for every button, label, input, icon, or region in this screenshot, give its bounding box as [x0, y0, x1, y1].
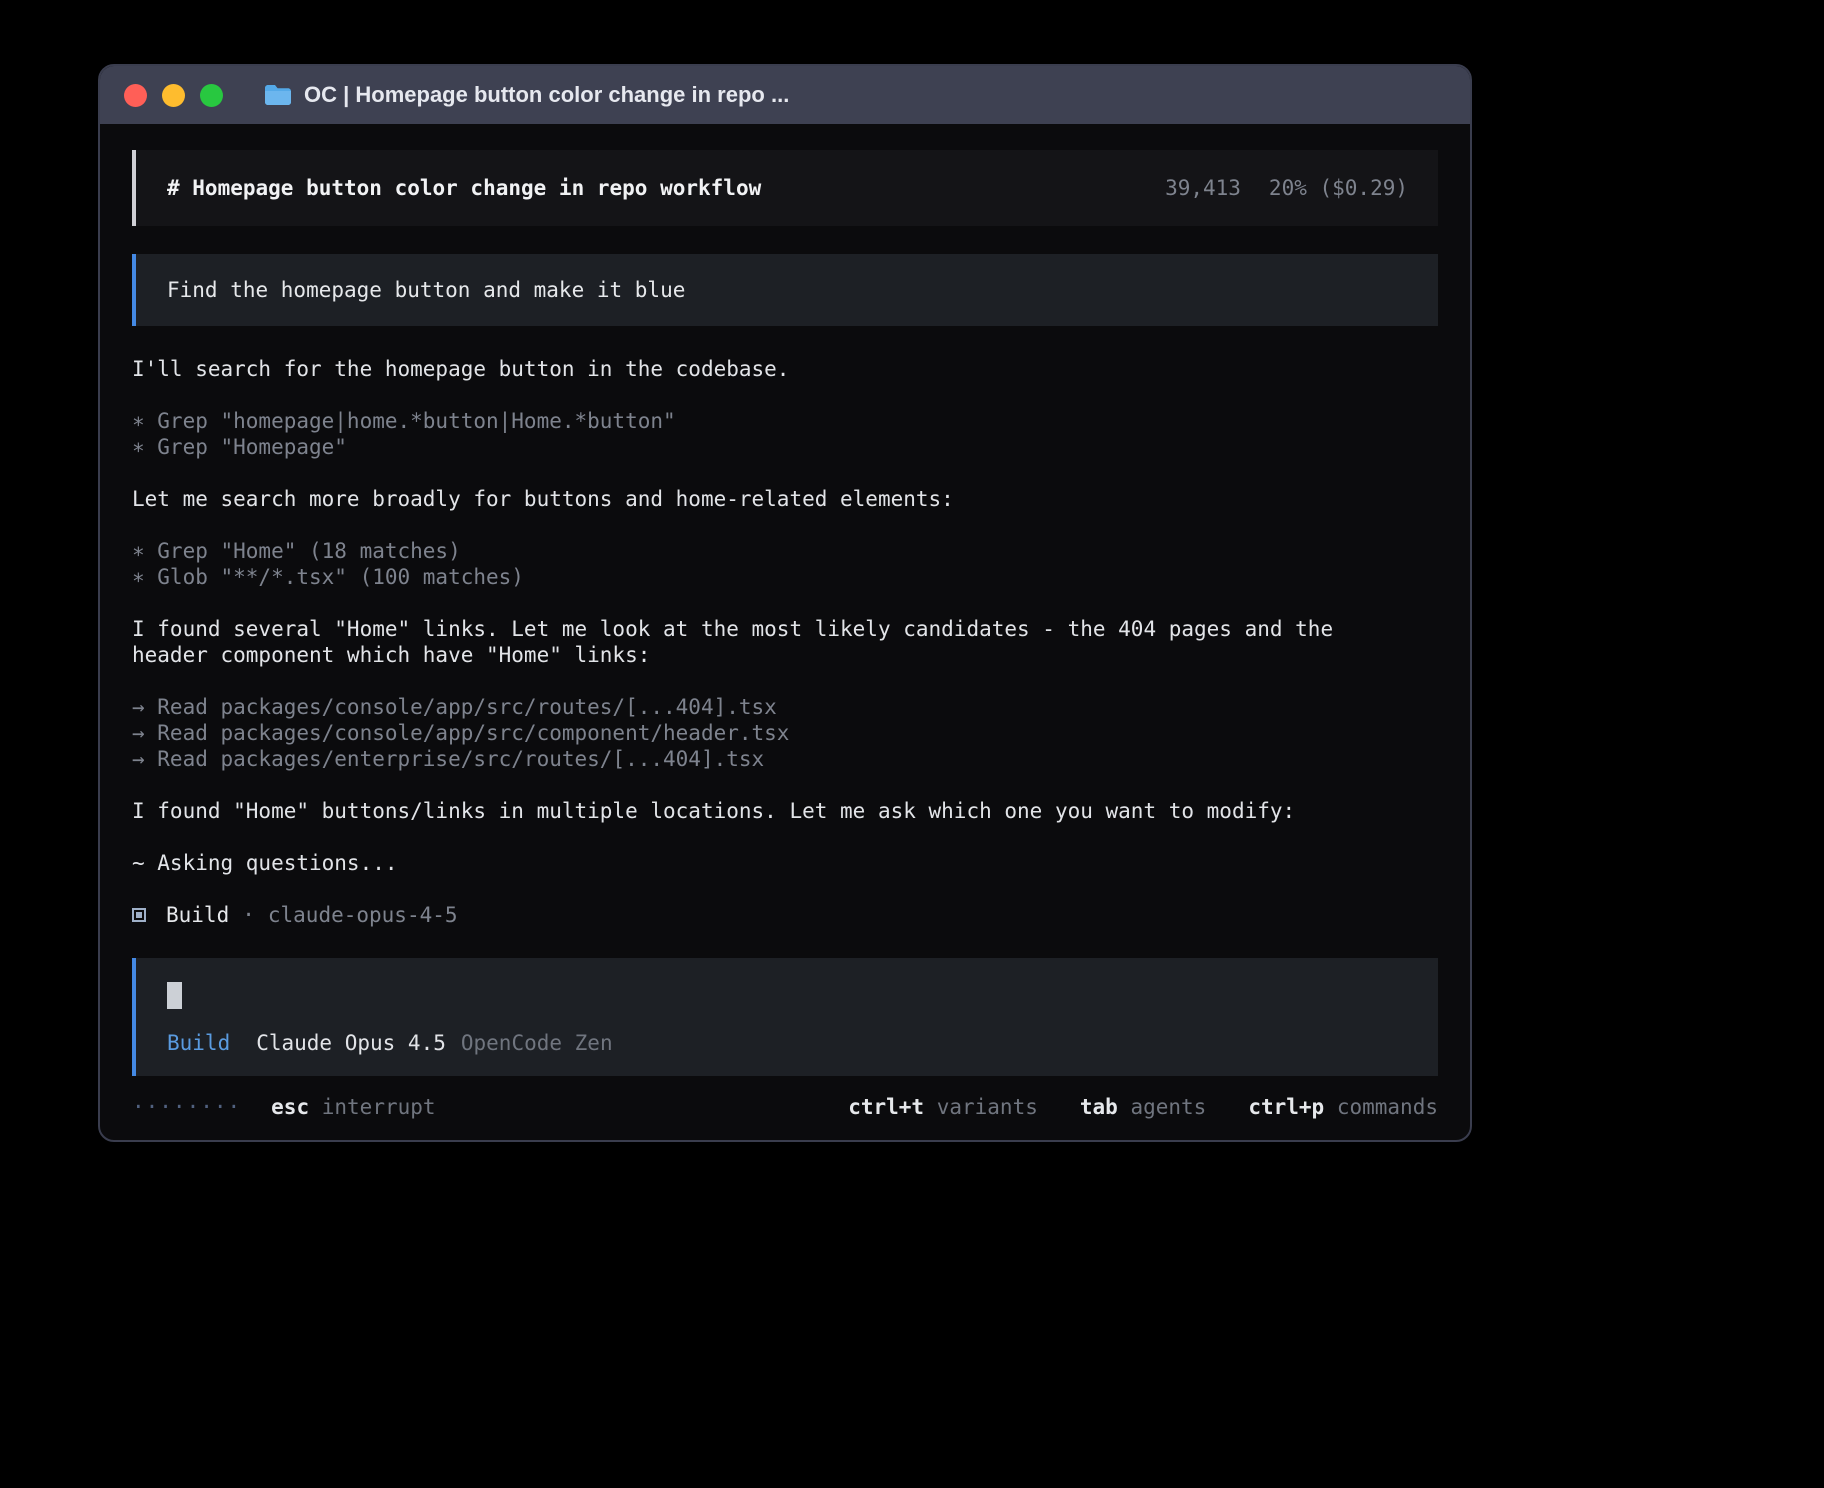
- status-bar: ········ esc interrupt ctrl+t variants t…: [132, 1094, 1438, 1120]
- model-label: Claude Opus 4.5: [256, 1030, 446, 1056]
- agent-name: Build: [166, 902, 229, 928]
- session-stats: 39,413 20% ($0.29): [1165, 175, 1408, 201]
- ctrl-t-key: ctrl+t: [848, 1095, 924, 1119]
- tool-call-read: → Read packages/enterprise/src/routes/[.…: [132, 746, 1438, 772]
- agent-mode-label[interactable]: Build: [167, 1030, 230, 1056]
- terminal-window: OC | Homepage button color change in rep…: [98, 64, 1472, 1142]
- agent-model-separator: ·: [242, 902, 255, 928]
- status-bar-left: ········ esc interrupt: [132, 1094, 436, 1120]
- agent-build-icon: [132, 908, 146, 922]
- status-bar-right: ctrl+t variants tab agents ctrl+p comman…: [848, 1094, 1438, 1120]
- agents-hint: tab agents: [1080, 1094, 1206, 1120]
- session-header: # Homepage button color change in repo w…: [132, 150, 1438, 226]
- token-count: 39,413: [1165, 175, 1241, 201]
- working-indicator-dots: ········: [132, 1094, 241, 1120]
- tool-call-group: → Read packages/console/app/src/routes/[…: [132, 694, 1438, 772]
- provider-label: OpenCode Zen: [461, 1030, 613, 1056]
- user-message-text: Find the homepage button and make it blu…: [167, 278, 685, 302]
- tool-call-grep: ∗ Grep "homepage|home.*button|Home.*butt…: [132, 408, 1438, 434]
- window-controls: [124, 84, 238, 107]
- esc-key: esc: [271, 1095, 309, 1119]
- terminal-content: # Homepage button color change in repo w…: [100, 124, 1470, 1120]
- window-titlebar[interactable]: OC | Homepage button color change in rep…: [100, 66, 1470, 124]
- tool-call-group: ∗ Grep "Home" (18 matches) ∗ Glob "**/*.…: [132, 538, 1438, 590]
- assistant-text: I found "Home" buttons/links in multiple…: [132, 798, 1438, 824]
- assistant-status-text: ~ Asking questions...: [132, 850, 1438, 876]
- input-mode-row: Build Claude Opus 4.5 OpenCode Zen: [167, 1030, 1408, 1056]
- interrupt-hint: esc interrupt: [271, 1094, 435, 1120]
- commands-hint: ctrl+p commands: [1248, 1094, 1438, 1120]
- agent-status-line: Build · claude-opus-4-5: [132, 902, 1438, 928]
- assistant-text: Let me search more broadly for buttons a…: [132, 486, 1438, 512]
- folder-icon: [264, 84, 292, 106]
- tool-call-read: → Read packages/console/app/src/routes/[…: [132, 694, 1438, 720]
- tab-key: tab: [1080, 1095, 1118, 1119]
- context-cost: 20% ($0.29): [1269, 175, 1408, 201]
- tool-call-grep: ∗ Grep "Homepage": [132, 434, 1438, 460]
- zoom-button[interactable]: [200, 84, 223, 107]
- window-title: OC | Homepage button color change in rep…: [304, 82, 789, 108]
- tool-call-group: ∗ Grep "homepage|home.*button|Home.*butt…: [132, 408, 1438, 460]
- tool-call-grep: ∗ Grep "Home" (18 matches): [132, 538, 1438, 564]
- assistant-text: I'll search for the homepage button in t…: [132, 356, 1438, 382]
- tool-call-glob: ∗ Glob "**/*.tsx" (100 matches): [132, 564, 1438, 590]
- agent-model-name: claude-opus-4-5: [268, 902, 458, 928]
- text-cursor: [167, 982, 182, 1009]
- minimize-button[interactable]: [162, 84, 185, 107]
- close-button[interactable]: [124, 84, 147, 107]
- session-title: # Homepage button color change in repo w…: [167, 175, 761, 201]
- assistant-text: I found several "Home" links. Let me loo…: [132, 616, 1372, 668]
- variants-hint: ctrl+t variants: [848, 1094, 1038, 1120]
- tool-call-read: → Read packages/console/app/src/componen…: [132, 720, 1438, 746]
- ctrl-p-key: ctrl+p: [1248, 1095, 1324, 1119]
- prompt-input[interactable]: Build Claude Opus 4.5 OpenCode Zen: [132, 958, 1438, 1076]
- user-message: Find the homepage button and make it blu…: [132, 254, 1438, 326]
